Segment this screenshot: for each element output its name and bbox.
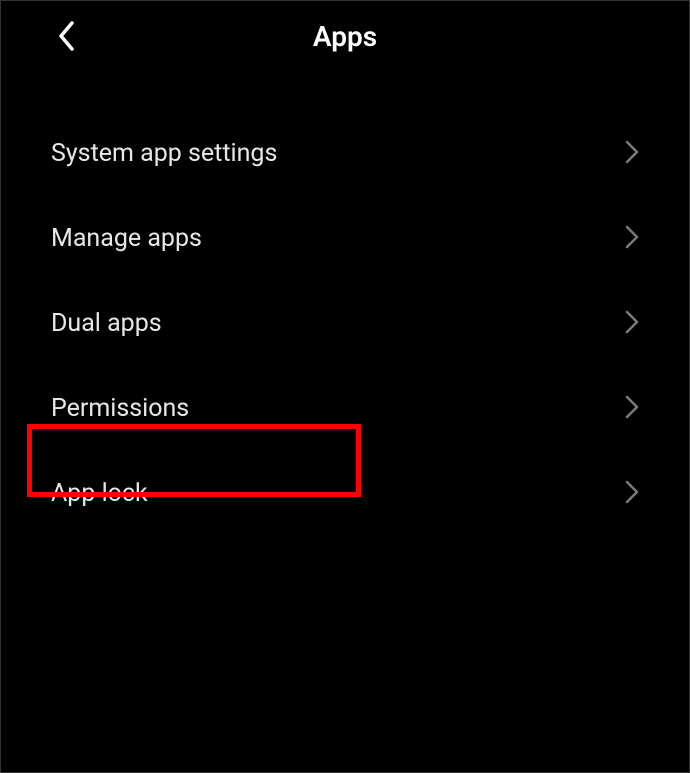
row-label: Permissions — [51, 394, 189, 423]
chevron-right-icon — [625, 225, 639, 253]
row-system-app-settings[interactable]: System app settings — [1, 111, 689, 196]
back-button[interactable] — [56, 19, 78, 57]
row-label: App lock — [51, 479, 148, 508]
chevron-right-icon — [625, 480, 639, 508]
page-title: Apps — [313, 20, 377, 53]
chevron-right-icon — [625, 310, 639, 338]
row-label: Manage apps — [51, 224, 202, 253]
row-label: System app settings — [51, 139, 277, 168]
settings-list: System app settings Manage apps Dual app… — [1, 71, 689, 536]
apps-settings-screen: Apps System app settings Manage apps Dua… — [0, 0, 690, 773]
row-label: Dual apps — [51, 309, 162, 338]
chevron-right-icon — [625, 395, 639, 423]
chevron-left-icon — [56, 38, 78, 57]
row-app-lock[interactable]: App lock — [1, 451, 689, 536]
row-manage-apps[interactable]: Manage apps — [1, 196, 689, 281]
row-permissions[interactable]: Permissions — [1, 366, 689, 451]
row-dual-apps[interactable]: Dual apps — [1, 281, 689, 366]
header: Apps — [1, 1, 689, 71]
chevron-right-icon — [625, 140, 639, 168]
